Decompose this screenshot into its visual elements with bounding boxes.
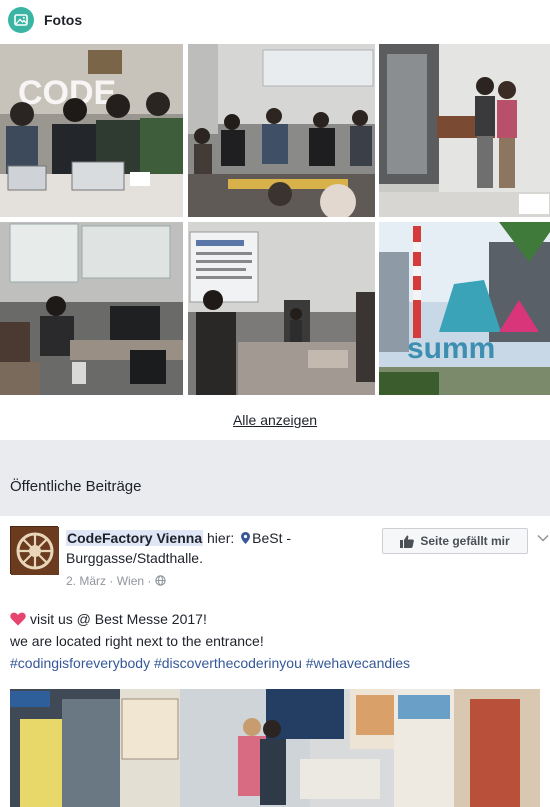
see-all-photos-link[interactable]: Alle anzeigen [0, 412, 550, 428]
like-page-label: Seite gefällt mir [420, 534, 510, 548]
photos-icon [8, 7, 34, 33]
globe-icon [155, 575, 166, 586]
photo-summit-sign[interactable]: summ [379, 222, 550, 395]
hashtag-link[interactable]: #wehavecandies [306, 655, 410, 671]
public-posts-header: Öffentliche Beiträge [0, 440, 550, 516]
hashtag-link[interactable]: #codingisforeverybody [10, 655, 150, 671]
post-body: visit us @ Best Messe 2017! we are locat… [10, 608, 540, 674]
photos-section: Fotos CODE summ Alle anzeigen [0, 0, 550, 440]
photo-presentation[interactable] [188, 222, 375, 395]
chevron-down-icon[interactable] [537, 532, 549, 544]
post-header: CodeFactory Vienna hier: BeSt - Burggass… [66, 528, 366, 568]
post-line-2: we are located right next to the entranc… [10, 633, 264, 649]
author-link[interactable]: CodeFactory Vienna [66, 530, 204, 546]
photo-classroom[interactable] [0, 222, 183, 395]
public-posts-title: Öffentliche Beiträge [10, 478, 142, 495]
svg-text:summ: summ [407, 332, 495, 365]
location-prefix: hier: [207, 530, 235, 546]
post-card: CodeFactory Vienna hier: BeSt - Burggass… [0, 516, 550, 807]
location-pin-icon [241, 532, 251, 544]
photos-header: Fotos [8, 6, 82, 34]
post-line-1: visit us @ Best Messe 2017! [10, 608, 540, 630]
post-city[interactable]: Wien [117, 574, 144, 588]
post-hashtags: #codingisforeverybody #discoverthecoderi… [10, 652, 540, 674]
post-date[interactable]: 2. März [66, 574, 106, 588]
like-page-button[interactable]: Seite gefällt mir [382, 528, 528, 554]
post-photo-booth[interactable] [10, 689, 540, 807]
photos-title: Fotos [44, 12, 83, 28]
post-meta: 2. März · Wien · [66, 574, 166, 588]
hashtag-link[interactable]: #discoverthecoderinyou [154, 655, 302, 671]
avatar[interactable] [10, 526, 59, 575]
photo-panel-discussion[interactable] [188, 44, 375, 217]
photo-coding-group[interactable]: CODE [0, 44, 183, 217]
photo-stage-speakers[interactable] [379, 44, 550, 217]
heart-icon [10, 612, 26, 626]
thumbs-up-icon [400, 535, 415, 548]
